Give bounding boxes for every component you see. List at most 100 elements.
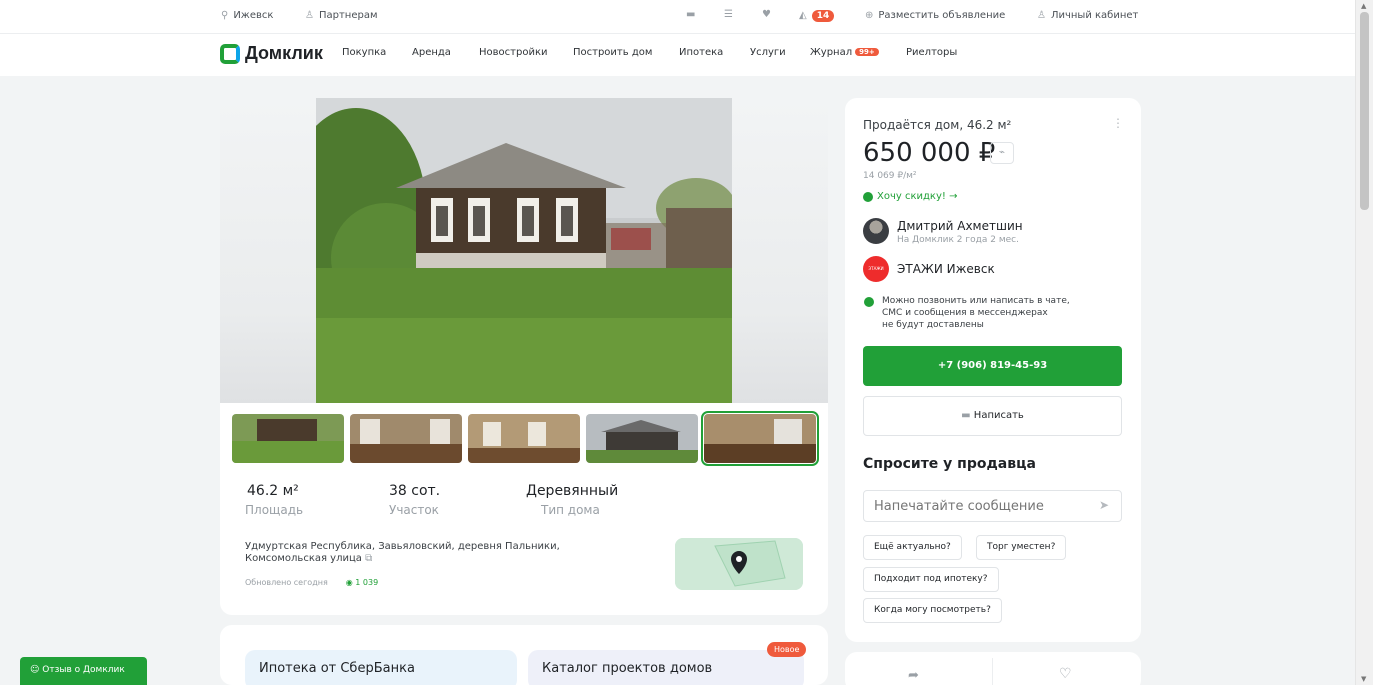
agent-name[interactable]: Дмитрий Ахметшин <box>897 219 1023 233</box>
logo[interactable]: Домклик <box>220 43 323 64</box>
photo-thumbnails <box>232 411 819 466</box>
post-ad-link[interactable]: ⊕ Разместить объявление <box>865 10 1005 21</box>
scroll-up-icon[interactable]: ▲ <box>1361 2 1366 10</box>
write-message-button[interactable]: ▬ Написать <box>863 396 1122 436</box>
scrollbar[interactable]: ▲ ▼ <box>1355 0 1373 685</box>
bell-icon: ◭ <box>799 10 807 21</box>
discount-link[interactable]: Хочу скидку! → <box>863 191 957 202</box>
thumbnail[interactable] <box>586 414 698 463</box>
thumbnail[interactable] <box>468 414 580 463</box>
thumbnail-active[interactable] <box>701 411 819 466</box>
post-ad-label: Разместить объявление <box>878 10 1006 21</box>
chat-button[interactable]: ▬ <box>686 10 695 20</box>
quick-question-chip[interactable]: Подходит под ипотеку? <box>863 567 999 592</box>
quick-question-chip[interactable]: Торг уместен? <box>976 535 1067 560</box>
nav-item-build-house[interactable]: Построить дом <box>573 47 652 58</box>
eye-icon: ◉ <box>345 578 353 587</box>
note-line: СМС и сообщения в мессенджерах <box>882 308 1048 318</box>
discount-label: Хочу скидку! → <box>877 191 958 202</box>
write-label: Написать <box>973 410 1024 421</box>
house-type-value: Деревянный <box>526 483 619 499</box>
trend-icon: ⌁ <box>998 147 1006 158</box>
price-history-button[interactable]: ⌁ <box>990 142 1014 164</box>
note-line: не будут доставлены <box>882 320 984 330</box>
more-options-icon[interactable]: ⋮ <box>1112 116 1124 130</box>
listing-title: Продаётся дом, 46.2 м² <box>863 118 1012 132</box>
compare-button[interactable]: ☰ <box>724 10 733 20</box>
location-pin-icon: ⚲ <box>221 9 229 21</box>
share-icon[interactable]: ➦ <box>908 668 919 683</box>
feedback-button[interactable]: ☺ Отзыв о Домклик <box>20 657 147 685</box>
actions-divider <box>992 658 993 685</box>
quick-question-chip[interactable]: Ещё актуально? <box>863 535 962 560</box>
house-type-label: Тип дома <box>541 503 600 517</box>
avatar[interactable] <box>863 218 889 244</box>
shield-check-icon <box>864 297 874 307</box>
address: Удмуртская Республика, Завьяловский, дер… <box>245 541 625 565</box>
thumbnail-image <box>586 414 698 463</box>
cabinet-link[interactable]: ♙ Личный кабинет <box>1037 10 1138 21</box>
nav-item-services[interactable]: Услуги <box>750 47 786 58</box>
message-input[interactable] <box>863 490 1122 522</box>
new-badge: Новое <box>767 642 807 657</box>
agency-logo[interactable]: ЭТАЖИ <box>863 256 889 282</box>
heart-icon: ♥ <box>762 9 771 20</box>
views-value: 1 039 <box>355 578 379 587</box>
compare-icon: ☰ <box>724 9 733 20</box>
nav-item-realtors[interactable]: Риелторы <box>906 47 957 58</box>
listing-meta: Обновлено сегодня ◉ 1 039 <box>245 578 378 587</box>
contact-note: Можно позвонить или написать в чате, СМС… <box>882 295 1112 331</box>
plot-value: 38 сот. <box>389 483 441 499</box>
sber-mortgage-promo[interactable]: Ипотека от СберБанка <box>245 650 517 685</box>
notifications-badge: 14 <box>811 10 835 22</box>
promo-mortgage-label: Ипотека от СберБанка <box>259 661 415 676</box>
thumbnail[interactable] <box>350 414 462 463</box>
city-selector[interactable]: ⚲ Ижевск <box>221 10 273 21</box>
favorite-heart-icon[interactable]: ♡ <box>1059 666 1072 682</box>
scroll-down-icon[interactable]: ▼ <box>1361 675 1366 683</box>
house-catalog-promo[interactable]: Каталог проектов домов <box>528 650 804 685</box>
quick-question-chip[interactable]: Когда могу посмотреть? <box>863 598 1002 623</box>
thumbnail-image <box>232 414 344 463</box>
chat-icon: ▬ <box>686 9 696 20</box>
agent-since: На Домклик 2 года 2 мес. <box>897 235 1019 245</box>
promo-catalog-label: Каталог проектов домов <box>542 661 713 676</box>
nav-item-buy[interactable]: Покупка <box>342 47 386 58</box>
journal-label: Журнал <box>810 47 853 58</box>
notifications-button[interactable]: ◭ 14 <box>799 10 835 22</box>
logo-icon <box>220 43 240 64</box>
main-nav: Домклик Покупка Аренда Новостройки Постр… <box>0 34 1355 76</box>
favorites-button[interactable]: ♥ <box>762 10 771 20</box>
note-line: Можно позвонить или написать в чате, <box>882 296 1070 306</box>
ask-seller-title: Спросите у продавца <box>863 456 1036 472</box>
address-line-2: Комсомольская улица ⧉ <box>245 553 625 565</box>
agency-name[interactable]: ЭТАЖИ Ижевск <box>897 262 995 276</box>
thumbnail[interactable] <box>232 414 344 463</box>
map-thumbnail[interactable] <box>675 538 803 590</box>
address-street: Комсомольская улица <box>245 553 362 564</box>
show-phone-button[interactable]: +7 (906) 819-45-93 <box>863 346 1122 386</box>
city-label: Ижевск <box>233 10 274 21</box>
scrollbar-thumb[interactable] <box>1360 12 1369 210</box>
nav-item-mortgage[interactable]: Ипотека <box>679 47 723 58</box>
journal-badge: 99+ <box>855 48 879 56</box>
person-icon: ♙ <box>1037 9 1046 21</box>
person-icon: ♙ <box>305 9 314 21</box>
nav-item-journal[interactable]: Журнал 99+ <box>810 47 879 58</box>
nav-item-rent[interactable]: Аренда <box>412 47 451 58</box>
nav-item-new-buildings[interactable]: Новостройки <box>479 47 547 58</box>
views-count: ◉ 1 039 <box>346 578 378 587</box>
updated-label: Обновлено сегодня <box>245 578 328 587</box>
thumbnail-image <box>350 414 462 463</box>
price: 650 000 ₽ <box>863 138 996 168</box>
address-line: Удмуртская Республика, Завьяловский, дер… <box>245 541 560 552</box>
main-photo[interactable] <box>316 98 732 403</box>
area-value: 46.2 м² <box>247 483 299 499</box>
send-icon[interactable]: ➤ <box>1099 498 1109 512</box>
partners-label: Партнерам <box>318 10 378 21</box>
top-bar: ⚲ Ижевск ♙ Партнерам ▬ ☰ ♥ ◭ 14 ⊕ Размес… <box>0 0 1355 33</box>
copy-icon[interactable]: ⧉ <box>365 554 372 564</box>
actions-card <box>845 652 1141 685</box>
partners-link[interactable]: ♙ Партнерам <box>305 10 378 21</box>
cabinet-label: Личный кабинет <box>1050 10 1139 21</box>
